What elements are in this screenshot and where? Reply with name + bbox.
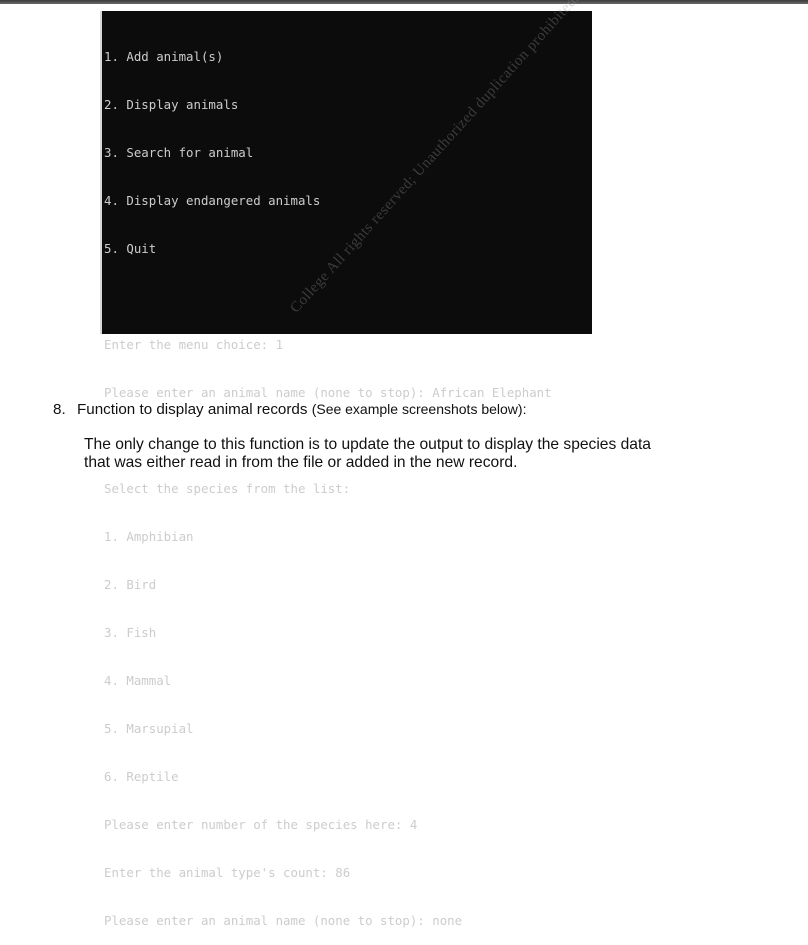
- animal-name-prompt-stop: Please enter an animal name (none to sto…: [104, 913, 463, 928]
- species-option: 1. Amphibian: [104, 529, 194, 544]
- species-option: 5. Marsupial: [104, 721, 194, 736]
- animal-count-prompt: Enter the animal type's count: 86: [104, 865, 351, 880]
- species-option: 6. Reptile: [104, 769, 179, 784]
- menu-option-display: 2. Display animals: [104, 97, 239, 112]
- window-top-bar: [0, 0, 808, 4]
- menu-option-add: 1. Add animal(s): [104, 49, 224, 64]
- species-option: 3. Fish: [104, 625, 157, 640]
- species-list-heading: Select the species from the list:: [104, 481, 351, 496]
- menu-option-quit: 5. Quit: [104, 241, 157, 256]
- item-title: Function to display animal records: [77, 401, 308, 418]
- menu-option-endangered: 4. Display endangered animals: [104, 193, 321, 208]
- paragraph-line: The only change to this function is to u…: [84, 436, 651, 453]
- species-option: 2. Bird: [104, 577, 157, 592]
- item-note: (See example screenshots below):: [311, 401, 527, 417]
- species-option: 4. Mammal: [104, 673, 172, 688]
- menu-option-search: 3. Search for animal: [104, 145, 254, 160]
- numbered-item: 8. Function to display animal records (Se…: [53, 401, 526, 418]
- menu-choice-prompt: Enter the menu choice: 1: [104, 337, 284, 352]
- instruction-paragraph: The only change to this function is to u…: [84, 436, 704, 472]
- item-number: 8.: [53, 401, 66, 418]
- species-number-prompt: Please enter number of the species here:…: [104, 817, 418, 832]
- paragraph-line: that was either read in from the file or…: [84, 454, 518, 471]
- animal-name-prompt: Please enter an animal name (none to sto…: [104, 385, 552, 400]
- console-screenshot: 1. Add animal(s) 2. Display animals 3. S…: [100, 11, 592, 928]
